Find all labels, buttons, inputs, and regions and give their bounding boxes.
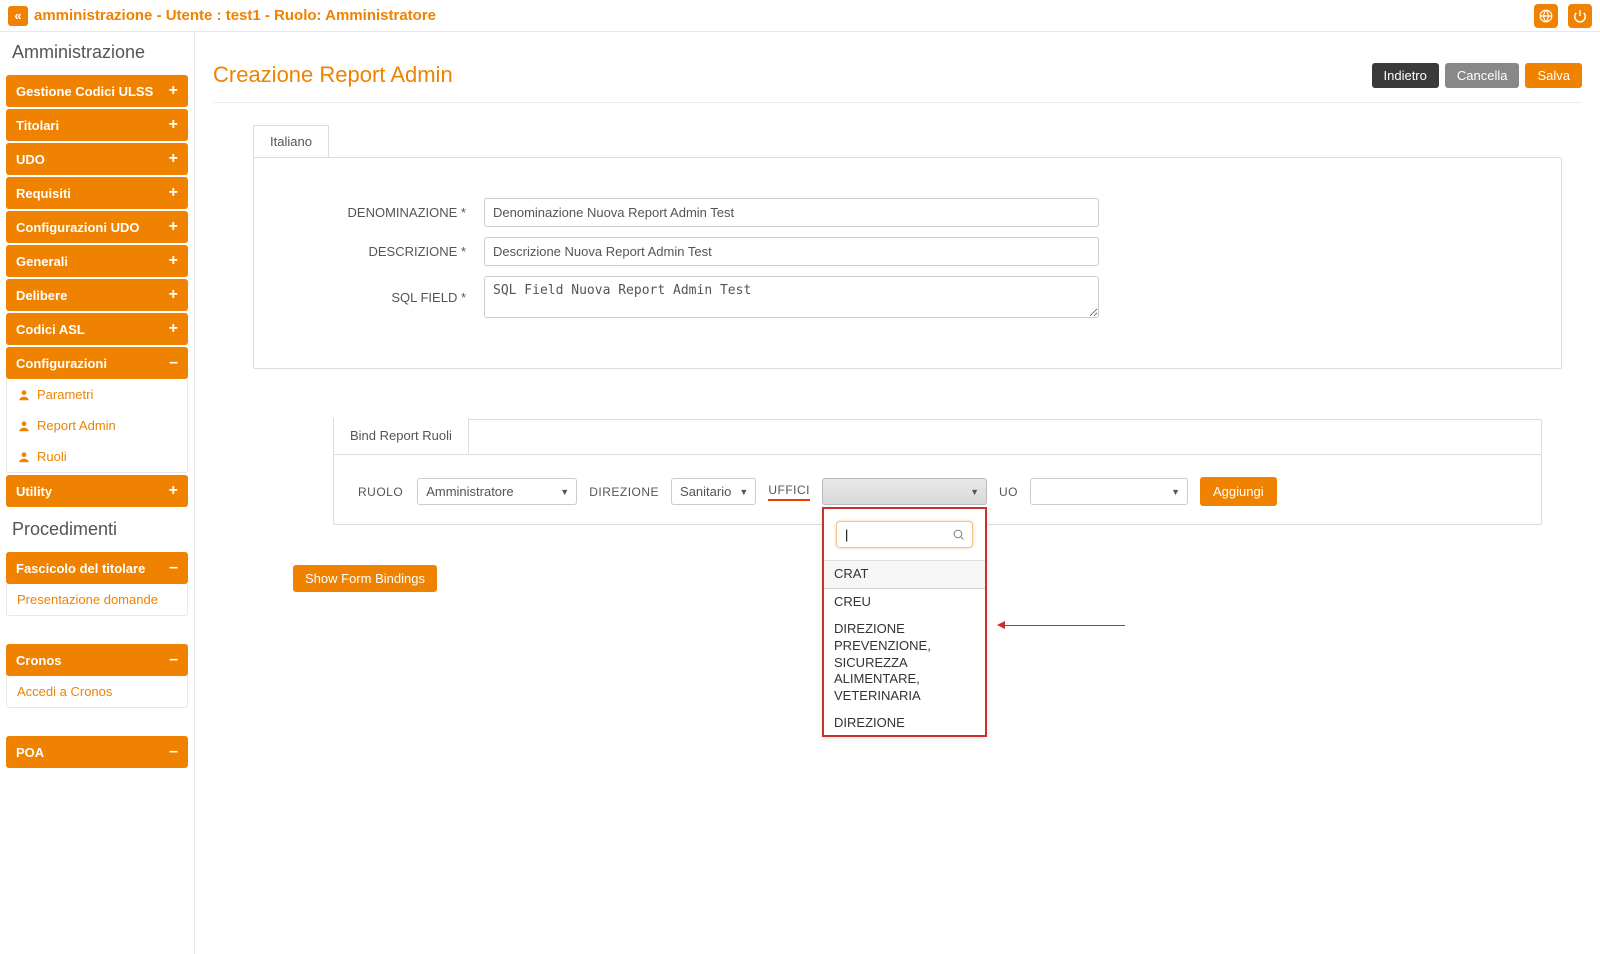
sidebar-item-configurazioni[interactable]: Configurazioni – [6,347,188,379]
user-icon [17,450,31,464]
sidebar-sub-parametri[interactable]: Parametri [7,379,187,410]
plus-icon: + [169,252,178,270]
sidebar-item-label: Titolari [16,118,59,133]
ruolo-label: RUOLO [358,485,403,499]
denominazione-input[interactable] [484,198,1099,227]
sidebar-item-codici-asl[interactable]: Codici ASL + [6,313,188,345]
sidebar-item-titolari[interactable]: Titolari + [6,109,188,141]
uo-dropdown[interactable] [1030,478,1188,505]
sidebar-sub-label: Report Admin [37,418,116,433]
sidebar-item-label: Requisiti [16,186,71,201]
sidebar-item-label: Utility [16,484,52,499]
globe-icon[interactable] [1534,4,1558,28]
uffici-dropdown-popup: CRAT CREU DIREZIONE PREVENZIONE, SICUREZ… [822,507,987,737]
user-icon [17,388,31,402]
plus-icon: + [169,82,178,100]
sql-label: SQL FIELD * [294,290,484,305]
sidebar-section-admin: Amministrazione [0,32,194,73]
sidebar-item-label: Delibere [16,288,67,303]
uo-label: UO [999,485,1018,499]
plus-icon: + [169,218,178,236]
search-icon [952,528,965,544]
sidebar-sub-report-admin[interactable]: Report Admin [7,410,187,441]
save-button[interactable]: Salva [1525,63,1582,88]
denominazione-label: DENOMINAZIONE * [294,205,484,220]
uffici-label: UFFICI [768,483,810,501]
sidebar-item-label: POA [16,745,44,760]
uffici-dropdown[interactable] [822,478,987,505]
minus-icon: – [169,559,178,577]
sidebar-item-fascicolo[interactable]: Fascicolo del titolare – [6,552,188,584]
power-icon[interactable] [1568,4,1592,28]
show-form-bindings-button[interactable]: Show Form Bindings [293,565,437,592]
plus-icon: + [169,320,178,338]
dropdown-option[interactable]: DIREZIONE PROGRAMMAZIONE [824,710,985,735]
sidebar-sub-ruoli[interactable]: Ruoli [7,441,187,472]
sidebar-sub-label: Accedi a Cronos [17,684,112,699]
sidebar-item-label: Gestione Codici ULSS [16,84,153,99]
sidebar-item-utility[interactable]: Utility + [6,475,188,507]
sidebar-item-label: Configurazioni UDO [16,220,140,235]
plus-icon: + [169,482,178,500]
sidebar-item-label: Generali [16,254,68,269]
sidebar-item-label: Configurazioni [16,356,107,371]
sidebar-item-generali[interactable]: Generali + [6,245,188,277]
user-icon [17,419,31,433]
ruolo-dropdown[interactable]: Amministratore [417,478,577,505]
sidebar-item-delibere[interactable]: Delibere + [6,279,188,311]
page-title: Creazione Report Admin [213,62,453,88]
sql-input[interactable]: SQL Field Nuova Report Admin Test [484,276,1099,318]
dropdown-option[interactable]: DIREZIONE PREVENZIONE, SICUREZZA ALIMENT… [824,616,985,710]
dropdown-option-list: CRAT CREU DIREZIONE PREVENZIONE, SICUREZ… [824,560,985,735]
sidebar-sub-label: Ruoli [37,449,67,464]
sidebar-item-label: Codici ASL [16,322,85,337]
sidebar-item-label: Cronos [16,653,62,668]
sidebar-sub-label: Presentazione domande [17,592,158,607]
plus-icon: + [169,184,178,202]
topbar-title: amministrazione - Utente : test1 - Ruolo… [34,7,436,24]
descrizione-input[interactable] [484,237,1099,266]
back-button[interactable]: Indietro [1372,63,1439,88]
plus-icon: + [169,116,178,134]
minus-icon: – [169,354,178,372]
plus-icon: + [169,150,178,168]
sidebar-item-requisiti[interactable]: Requisiti + [6,177,188,209]
direzione-label: DIREZIONE [589,485,659,499]
sidebar-sub-label: Parametri [37,387,93,402]
annotation-arrow [1005,625,1125,626]
tab-italiano[interactable]: Italiano [253,125,329,157]
sidebar-sub-accedi-cronos[interactable]: Accedi a Cronos [7,676,187,707]
minus-icon: – [169,743,178,761]
minus-icon: – [169,651,178,669]
sidebar-item-configurazioni-udo[interactable]: Configurazioni UDO + [6,211,188,243]
sidebar-item-gestione-codici-ulss[interactable]: Gestione Codici ULSS + [6,75,188,107]
sidebar-item-label: Fascicolo del titolare [16,561,145,576]
sidebar-item-poa[interactable]: POA – [6,736,188,768]
plus-icon: + [169,286,178,304]
sidebar-section-procedimenti: Procedimenti [0,509,194,550]
aggiungi-button[interactable]: Aggiungi [1200,477,1277,506]
sidebar: Amministrazione Gestione Codici ULSS + Ti… [0,32,195,954]
sidebar-sub-presentazione-domande[interactable]: Presentazione domande [7,584,187,615]
dropdown-option[interactable]: CRAT [824,561,985,589]
dropdown-option[interactable]: CREU [824,589,985,616]
direzione-dropdown[interactable]: Sanitario [671,478,756,505]
sidebar-toggle-button[interactable]: « [8,6,28,26]
cancel-button[interactable]: Cancella [1445,63,1520,88]
descrizione-label: DESCRIZIONE * [294,244,484,259]
sidebar-item-cronos[interactable]: Cronos – [6,644,188,676]
main-content: Creazione Report Admin Indietro Cancella… [195,32,1600,954]
sidebar-item-udo[interactable]: UDO + [6,143,188,175]
tab-bind-report-ruoli[interactable]: Bind Report Ruoli [333,418,469,454]
sidebar-item-label: UDO [16,152,45,167]
